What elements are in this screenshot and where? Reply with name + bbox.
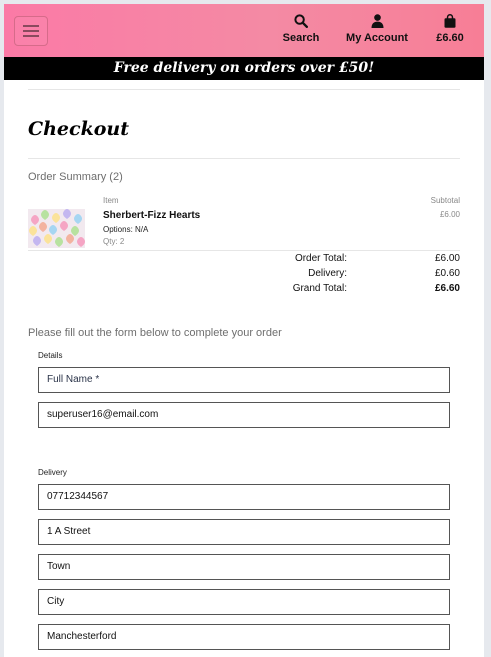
street-address-field[interactable]: 1 A Street <box>38 519 450 545</box>
page: Search My Account £6.60 Free delivery on… <box>4 4 484 657</box>
order-total-label: Order Total: <box>294 253 347 264</box>
page-title: Checkout <box>28 118 130 140</box>
search-icon <box>279 14 323 32</box>
nav-search-label: Search <box>282 32 320 44</box>
city-field[interactable]: City <box>38 589 450 615</box>
menu-toggle-button[interactable] <box>14 16 48 46</box>
product-options: Options: N/A <box>103 225 149 234</box>
order-total-value: £6.00 <box>434 253 460 264</box>
county-field[interactable]: Manchesterford <box>38 624 450 650</box>
divider <box>28 158 460 159</box>
divider <box>28 89 460 90</box>
column-header-item: Item <box>103 196 119 205</box>
full-name-field[interactable]: Full Name * <box>38 367 450 393</box>
grand-total-value: £6.60 <box>434 283 460 294</box>
product-quantity: Qty: 2 <box>103 237 125 246</box>
nav-account-label: My Account <box>346 32 408 44</box>
form-instructions: Please fill out the form below to comple… <box>28 327 282 339</box>
menu-bar-icon <box>23 25 39 27</box>
phone-number-field[interactable]: 07712344567 <box>38 484 450 510</box>
order-summary-heading: Order Summary (2) <box>28 171 123 183</box>
divider <box>28 250 460 251</box>
delivery-value: £0.60 <box>434 268 460 279</box>
menu-bar-icon <box>23 35 39 37</box>
nav-account-link[interactable]: My Account <box>342 14 412 44</box>
grand-total-label: Grand Total: <box>292 283 347 294</box>
column-header-subtotal: Subtotal <box>430 196 460 205</box>
nav-bag-link[interactable]: £6.60 <box>430 14 470 44</box>
delivery-legend: Delivery <box>38 468 67 477</box>
nav-search-link[interactable]: Search <box>279 14 323 44</box>
nav-bag-total: £6.60 <box>436 32 464 44</box>
user-icon <box>342 14 412 32</box>
product-image <box>28 209 85 248</box>
site-header: Search My Account £6.60 <box>4 4 484 57</box>
delivery-label: Delivery: <box>308 268 347 279</box>
product-subtotal: £6.00 <box>439 210 460 219</box>
town-field[interactable]: Town <box>38 554 450 580</box>
menu-bar-icon <box>23 30 39 32</box>
free-delivery-banner: Free delivery on orders over £50! <box>4 57 484 80</box>
details-legend: Details <box>38 351 63 360</box>
shopping-bag-icon <box>430 14 470 32</box>
email-field[interactable]: superuser16@email.com <box>38 402 450 428</box>
product-name: Sherbert-Fizz Hearts <box>103 210 201 221</box>
